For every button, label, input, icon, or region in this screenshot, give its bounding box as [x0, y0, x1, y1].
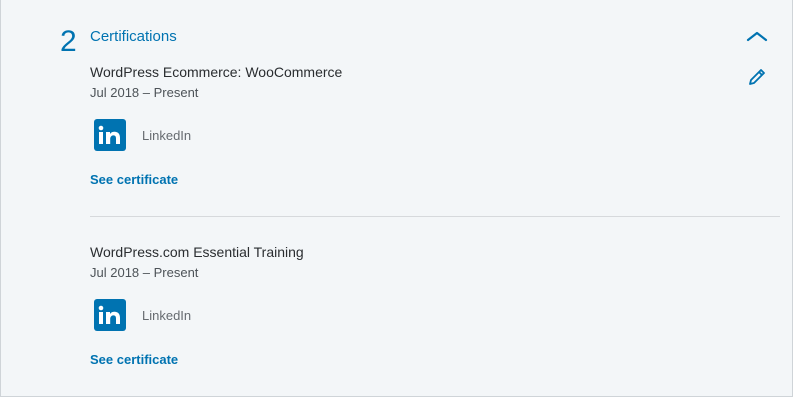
- chevron-up-icon: [746, 29, 768, 47]
- certification-name: WordPress.com Essential Training: [90, 244, 304, 260]
- linkedin-logo-icon: [94, 119, 126, 151]
- certification-item: WordPress.com Essential Training Jul 201…: [90, 243, 780, 369]
- certification-date: Jul 2018 – Present: [90, 265, 199, 280]
- certification-item: WordPress Ecommerce: WooCommerce Jul 201…: [90, 63, 780, 189]
- linkedin-logo-icon: [94, 299, 126, 331]
- issuer-name: LinkedIn: [142, 127, 192, 143]
- certification-name: WordPress Ecommerce: WooCommerce: [90, 64, 343, 80]
- issuer: LinkedIn: [90, 117, 780, 153]
- issuer: LinkedIn: [90, 297, 780, 333]
- certification-count: 2: [60, 25, 77, 58]
- see-certificate-link[interactable]: See certificate: [90, 352, 178, 367]
- see-certificate-link[interactable]: See certificate: [90, 172, 178, 187]
- divider: [90, 216, 780, 217]
- certifications-panel: 2 Certifications WordPress Ecommerce: Wo…: [0, 0, 793, 397]
- collapse-button[interactable]: [743, 27, 771, 49]
- issuer-name: LinkedIn: [142, 307, 192, 323]
- section-title[interactable]: Certifications: [90, 27, 177, 47]
- certification-date: Jul 2018 – Present: [90, 85, 199, 100]
